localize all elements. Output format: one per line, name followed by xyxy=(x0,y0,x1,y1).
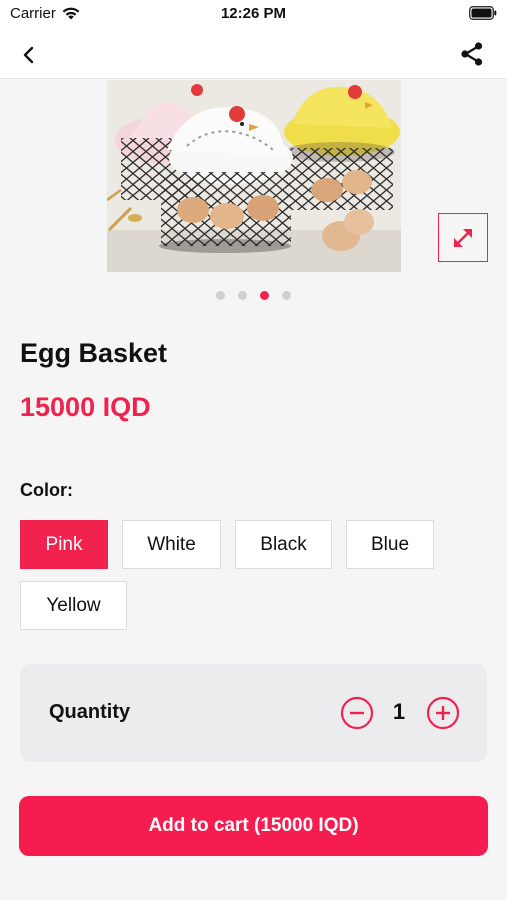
share-button[interactable] xyxy=(457,39,487,69)
product-image[interactable] xyxy=(107,80,401,272)
color-option-yellow[interactable]: Yellow xyxy=(20,581,127,630)
navigation-bar xyxy=(0,30,507,79)
clock: 12:26 PM xyxy=(220,5,287,22)
quantity-card: Quantity 1 xyxy=(20,664,487,762)
expand-image-button[interactable] xyxy=(438,213,488,262)
chevron-left-icon xyxy=(23,46,34,64)
add-to-cart-button[interactable]: Add to cart (15000 IQD) xyxy=(19,796,488,856)
image-pagination xyxy=(0,291,507,300)
share-icon xyxy=(461,42,483,66)
expand-diagonal-icon xyxy=(454,228,472,247)
page-dot-1[interactable] xyxy=(216,291,225,300)
color-option-white[interactable]: White xyxy=(122,520,221,569)
color-label: Color: xyxy=(20,480,73,500)
product-title: Egg Basket xyxy=(20,338,168,368)
product-price: 15000 IQD xyxy=(20,392,151,422)
decrease-quantity-button[interactable] xyxy=(340,696,374,730)
color-option-blue[interactable]: Blue xyxy=(346,520,434,569)
quantity-label: Quantity xyxy=(49,701,131,723)
back-button[interactable] xyxy=(14,40,44,70)
quantity-value: 1 xyxy=(392,699,406,724)
color-option-pink[interactable]: Pink xyxy=(20,520,108,569)
battery-icon xyxy=(469,6,497,20)
status-bar: Carrier 12:26 PM xyxy=(0,0,507,30)
increase-quantity-button[interactable] xyxy=(426,696,460,730)
minus-circle-icon xyxy=(340,696,374,730)
page-dot-3[interactable] xyxy=(260,291,269,300)
plus-circle-icon xyxy=(426,696,460,730)
page-dot-2[interactable] xyxy=(238,291,247,300)
color-option-black[interactable]: Black xyxy=(235,520,332,569)
egg-basket-photo xyxy=(107,80,401,272)
page-dot-4[interactable] xyxy=(282,291,291,300)
